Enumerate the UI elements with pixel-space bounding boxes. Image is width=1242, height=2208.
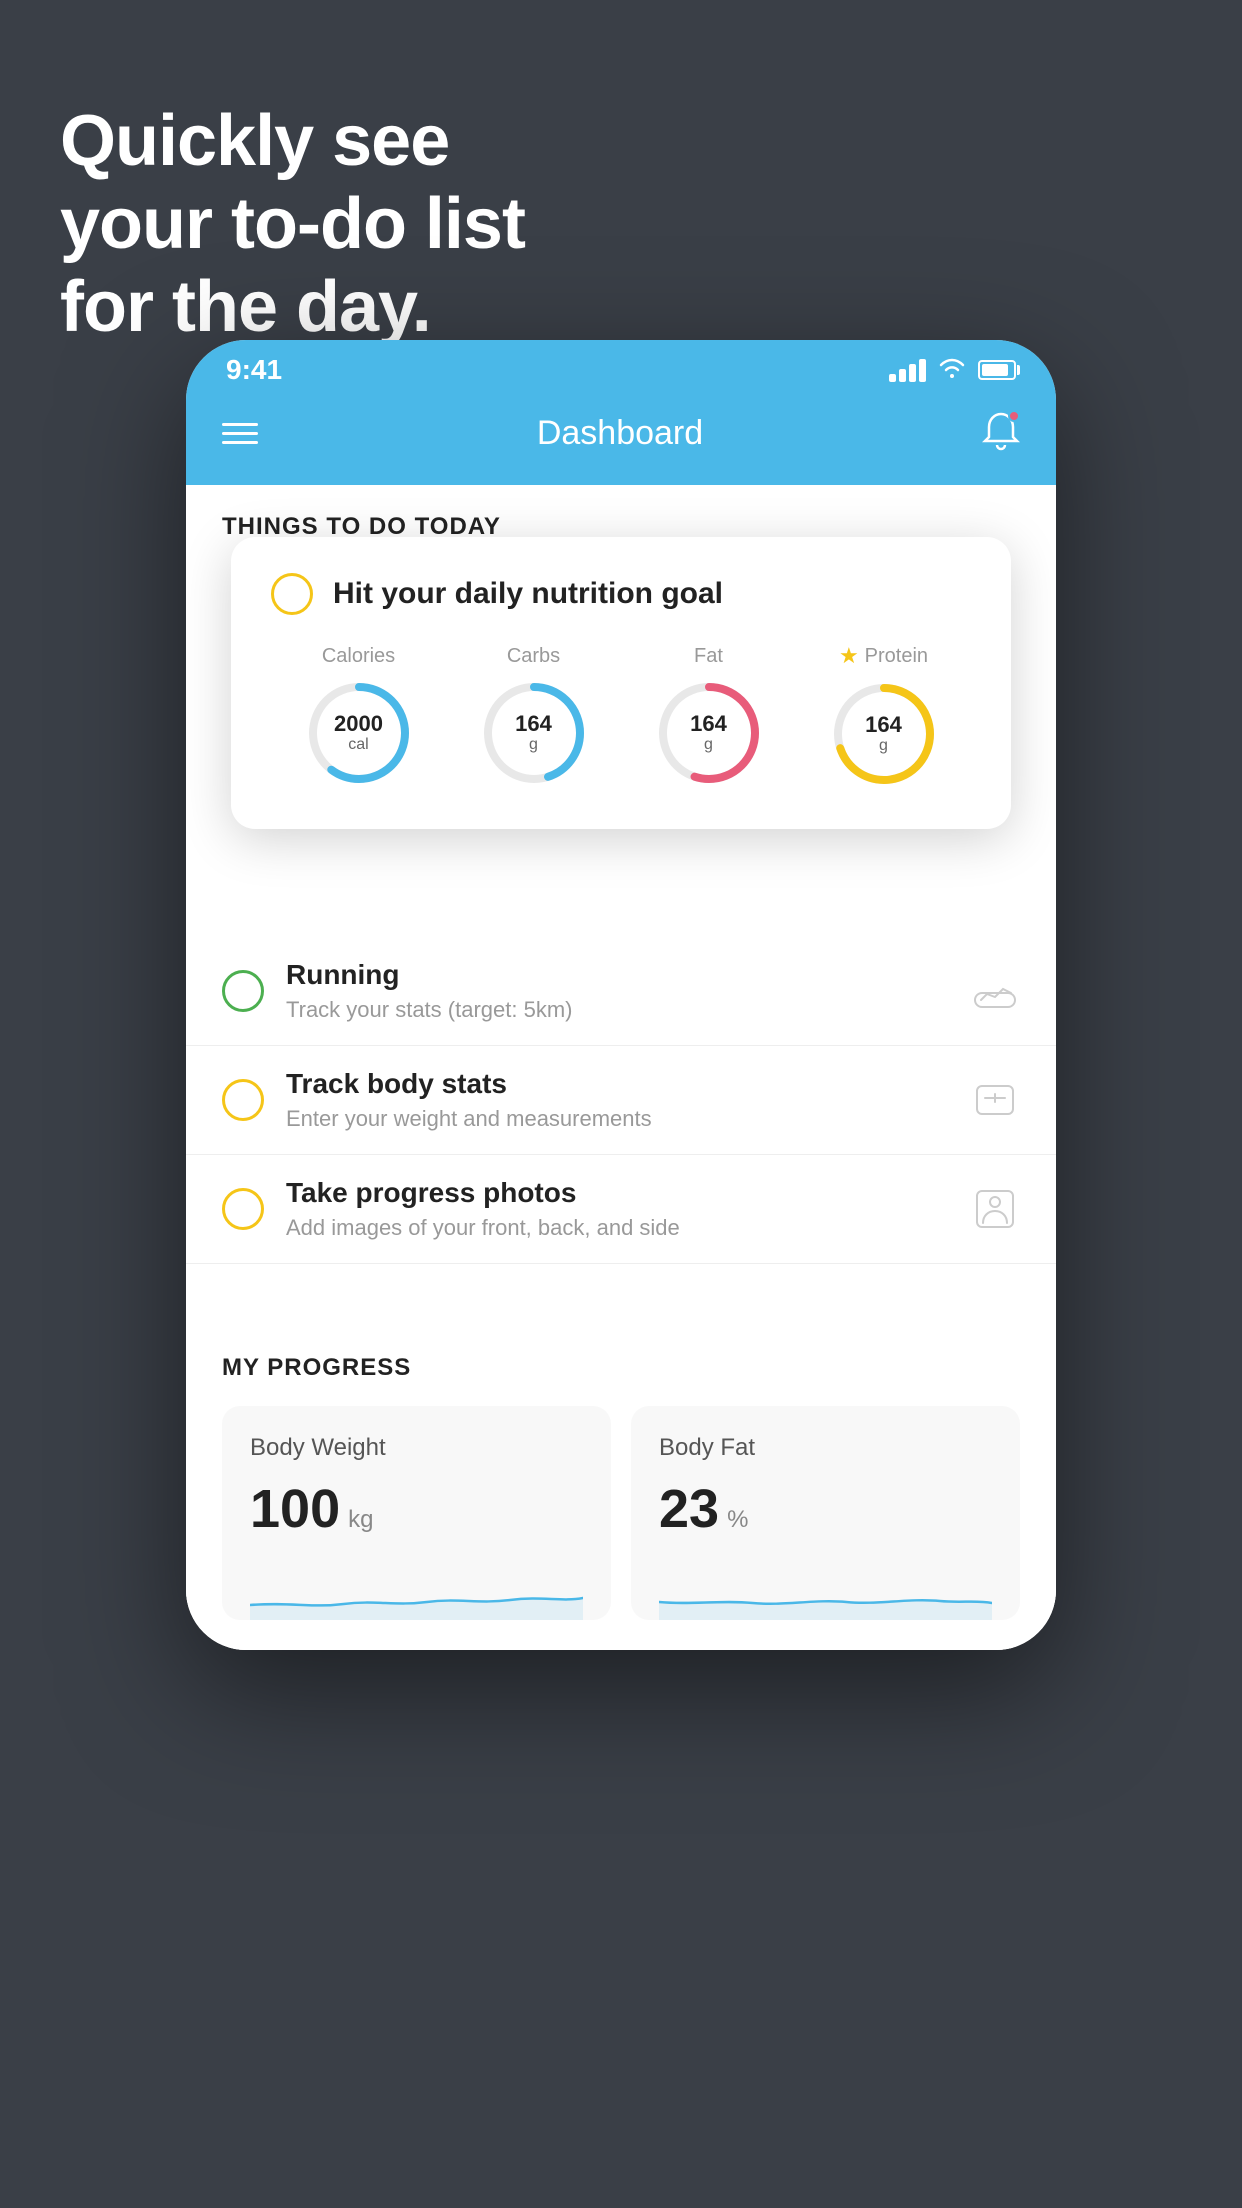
fat-unit: g (704, 736, 713, 754)
fat-ring: 164 g (654, 678, 764, 788)
todo-item-running[interactable]: Running Track your stats (target: 5km) (186, 937, 1056, 1046)
body-stats-subtitle: Enter your weight and measurements (286, 1106, 948, 1132)
progress-photos-checkbox[interactable] (222, 1188, 264, 1230)
hero-text: Quickly see your to-do list for the day. (60, 100, 525, 348)
status-icons (889, 356, 1016, 384)
fat-goal: Fat 164 g (654, 645, 764, 788)
todo-list: Running Track your stats (target: 5km) (186, 937, 1056, 1264)
nutrition-goals: Calories 2000 cal (271, 643, 971, 789)
body-fat-value-row: 23 % (659, 1478, 992, 1540)
calories-unit: cal (348, 736, 368, 754)
progress-photos-subtitle: Add images of your front, back, and side (286, 1215, 948, 1241)
protein-unit: g (879, 737, 888, 755)
body-weight-label: Body Weight (250, 1434, 583, 1462)
body-stats-checkbox[interactable] (222, 1079, 264, 1121)
protein-value: 164 (865, 713, 902, 737)
app-body: THINGS TO DO TODAY Hit your daily nutrit… (186, 485, 1056, 1650)
todo-item-body-stats[interactable]: Track body stats Enter your weight and m… (186, 1046, 1056, 1155)
nutrition-checkbox[interactable] (271, 573, 313, 615)
calories-ring: 2000 cal (304, 678, 414, 788)
protein-ring: 164 g (829, 679, 939, 789)
calories-label: Calories (322, 645, 395, 668)
progress-photos-text: Take progress photos Add images of your … (286, 1177, 948, 1241)
body-weight-unit: kg (348, 1506, 373, 1534)
progress-heading: MY PROGRESS (222, 1354, 1020, 1382)
running-icon (970, 966, 1020, 1016)
status-bar: 9:41 (186, 340, 1056, 394)
protein-goal: ★ Protein 164 g (829, 643, 939, 789)
person-icon (970, 1184, 1020, 1234)
running-title: Running (286, 959, 948, 991)
carbs-ring: 164 g (479, 678, 589, 788)
scale-icon (970, 1075, 1020, 1125)
status-time: 9:41 (226, 354, 282, 386)
body-fat-number: 23 (659, 1478, 719, 1540)
todo-item-progress-photos[interactable]: Take progress photos Add images of your … (186, 1155, 1056, 1264)
body-weight-value-row: 100 kg (250, 1478, 583, 1540)
star-icon: ★ (839, 643, 859, 669)
nutrition-card: Hit your daily nutrition goal Calories (231, 537, 1011, 829)
calories-goal: Calories 2000 cal (304, 645, 414, 788)
body-weight-card: Body Weight 100 kg (222, 1406, 611, 1620)
phone-mockup: 9:41 (186, 340, 1056, 1650)
running-text: Running Track your stats (target: 5km) (286, 959, 948, 1023)
body-weight-chart (250, 1560, 583, 1620)
carbs-goal: Carbs 164 g (479, 645, 589, 788)
running-subtitle: Track your stats (target: 5km) (286, 997, 948, 1023)
fat-value: 164 (690, 711, 727, 735)
body-fat-chart (659, 1560, 992, 1620)
carbs-value: 164 (515, 711, 552, 735)
bell-button[interactable] (982, 410, 1020, 457)
body-stats-title: Track body stats (286, 1068, 948, 1100)
body-weight-number: 100 (250, 1478, 340, 1540)
carbs-label: Carbs (507, 645, 560, 668)
progress-section: MY PROGRESS Body Weight 100 kg (186, 1314, 1056, 1650)
nutrition-card-title: Hit your daily nutrition goal (333, 577, 723, 611)
fat-label: Fat (694, 645, 723, 668)
running-checkbox[interactable] (222, 970, 264, 1012)
progress-cards: Body Weight 100 kg (222, 1406, 1020, 1620)
wifi-icon (938, 356, 966, 384)
header-title: Dashboard (537, 414, 703, 453)
body-fat-card: Body Fat 23 % (631, 1406, 1020, 1620)
carbs-unit: g (529, 736, 538, 754)
app-header: Dashboard (186, 394, 1056, 485)
body-stats-text: Track body stats Enter your weight and m… (286, 1068, 948, 1132)
body-fat-label: Body Fat (659, 1434, 992, 1462)
body-fat-unit: % (727, 1506, 748, 1534)
battery-icon (978, 360, 1016, 380)
progress-photos-title: Take progress photos (286, 1177, 948, 1209)
protein-label: Protein (865, 645, 928, 668)
signal-icon (889, 359, 926, 382)
calories-value: 2000 (334, 711, 383, 735)
menu-icon[interactable] (222, 423, 258, 444)
